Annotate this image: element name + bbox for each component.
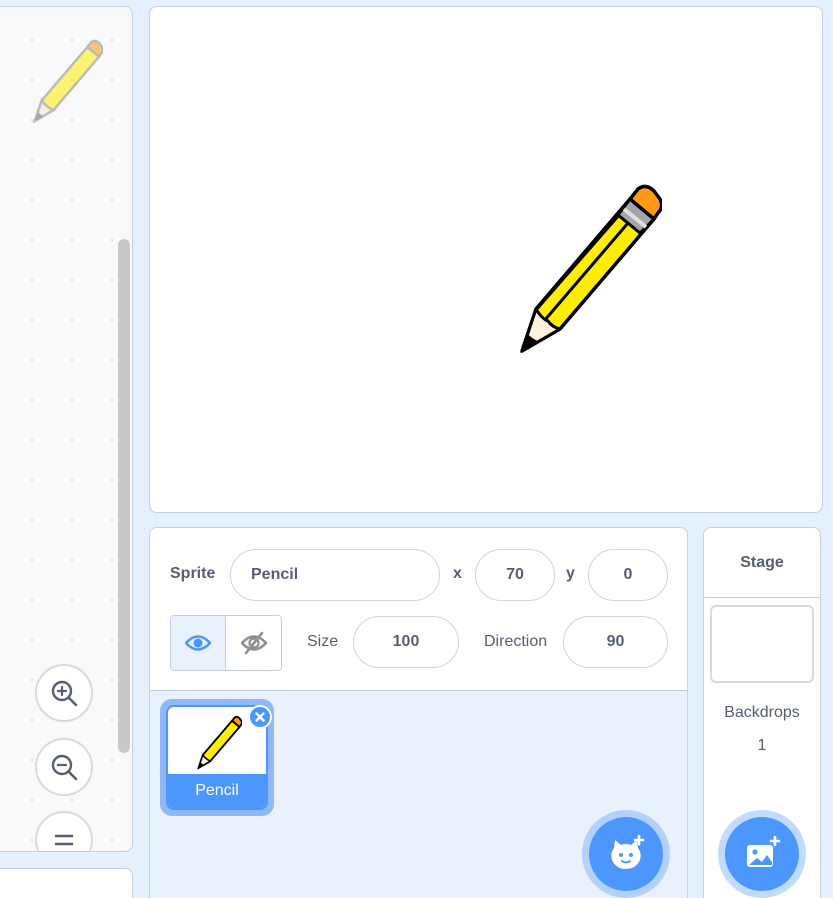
eye-slash-icon [240,631,267,655]
y-label: y [566,565,575,582]
sprite-pane: Sprite Pencil x 70 y 0 Size 100 Directio… [149,527,688,898]
workspace-scrollbar[interactable] [118,239,130,753]
pencil-thumbnail-icon [197,715,242,770]
add-backdrop-image-icon [747,835,781,867]
zoom-in-button[interactable] [35,664,93,722]
sprite-info-panel: Sprite Pencil x 70 y 0 Size 100 Directio… [150,528,687,691]
pencil-sprite[interactable] [514,181,662,357]
zoom-reset-button[interactable] [35,811,93,851]
y-position-input[interactable]: 0 [588,549,668,601]
direction-input[interactable]: 90 [563,616,668,668]
zoom-out-icon [51,754,78,781]
choose-sprite-button[interactable] [582,810,670,898]
delete-sprite-button[interactable] [248,705,272,729]
sprite-tile-pencil[interactable]: Pencil [160,699,274,816]
hide-sprite-button[interactable] [226,616,281,670]
eye-icon [185,635,211,651]
zoom-out-button[interactable] [35,738,93,796]
size-label: Size [307,633,339,650]
pencil-sprite-watermark-icon [32,39,103,124]
sprite-tile-label: Pencil [168,774,266,808]
x-position-input[interactable]: 70 [475,549,555,601]
direction-label: Direction [484,633,548,650]
sprite-name-input[interactable]: Pencil [230,549,440,601]
show-sprite-button[interactable] [171,616,227,670]
add-sprite-cat-icon [611,834,645,869]
stage-canvas[interactable] [149,6,823,513]
x-label: x [453,565,462,582]
backdrops-count: 1 [757,737,767,754]
backpack-panel[interactable] [0,868,133,898]
close-icon [255,712,265,722]
backdrop-thumbnail [710,605,814,683]
stage-selector[interactable]: Stage Backdrops 1 [703,527,821,898]
visibility-toggle-group [170,615,282,671]
zoom-in-icon [51,680,78,707]
zoom-reset-icon [54,834,74,846]
sprite-label: Sprite [170,565,216,582]
backdrops-label: Backdrops [724,704,800,721]
code-workspace[interactable] [0,6,133,852]
size-input[interactable]: 100 [353,616,459,668]
choose-backdrop-button[interactable] [718,810,806,898]
stage-selector-title: Stage [704,528,820,598]
